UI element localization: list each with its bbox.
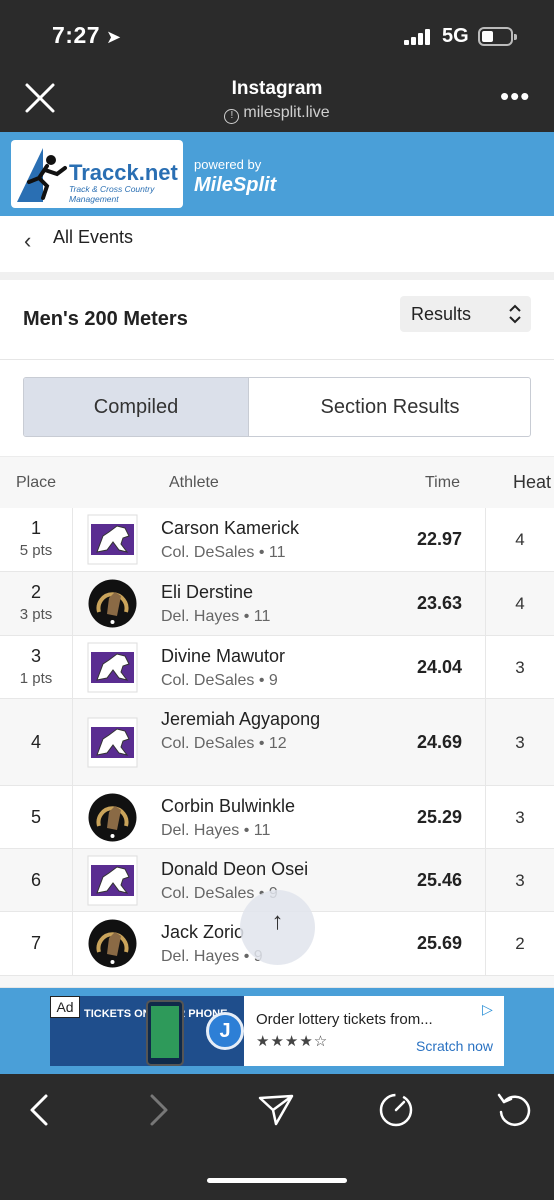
result-time: 22.97 xyxy=(416,529,462,549)
more-options-icon[interactable]: ••• xyxy=(500,83,530,109)
heat-number: 2 xyxy=(515,934,525,953)
reload-icon[interactable] xyxy=(494,1090,534,1130)
result-time: 25.46 xyxy=(416,869,462,890)
athlete-name[interactable]: Eli Derstine xyxy=(161,580,253,605)
tracck-logo[interactable]: Tracck.net Track & Cross Country Managem… xyxy=(11,140,183,208)
divider xyxy=(0,359,554,360)
tab-compiled[interactable]: Compiled xyxy=(24,378,248,436)
header-time[interactable]: Time xyxy=(425,474,460,492)
divider xyxy=(0,272,554,280)
ad-cta-link[interactable]: Scratch now xyxy=(416,1038,493,1054)
athlete-name[interactable]: Carson Kamerick xyxy=(161,516,299,541)
hayes-horseshoe-logo-icon xyxy=(88,919,137,968)
jackpocket-logo: J xyxy=(206,1012,244,1050)
milesplit-logo[interactable]: MileSplit xyxy=(194,174,276,197)
athlete-team: Del. Hayes • 11 xyxy=(161,822,271,839)
table-row[interactable] xyxy=(0,976,554,988)
browser-header: 7:27 ➤ 5G Instagram ! milesplit.live ••• xyxy=(0,0,554,132)
heat-number: 3 xyxy=(515,657,525,677)
table-row[interactable]: 5 Corbin Bulwinkle Del. Hayes • 11 25.29 3 xyxy=(0,786,554,849)
result-time: 25.29 xyxy=(416,806,462,827)
adchoices-icon[interactable]: ▷ xyxy=(482,1001,493,1018)
runner-logo-icon xyxy=(17,148,67,202)
heat-number: 4 xyxy=(515,530,525,549)
heat-number: 3 xyxy=(515,732,525,752)
all-events-link[interactable]: All Events xyxy=(53,227,133,248)
athlete-team: Col. DeSales • 12 xyxy=(161,735,287,752)
forward-arrow-icon[interactable] xyxy=(138,1090,178,1130)
ad-label: Ad xyxy=(50,996,80,1018)
browser-toolbar xyxy=(0,1074,554,1200)
table-header: Place Athlete Time Heat xyxy=(0,456,554,508)
place: 6 xyxy=(30,869,41,890)
ad-rating: ★★★★☆ xyxy=(256,1033,329,1050)
header-athlete[interactable]: Athlete xyxy=(169,474,219,492)
place: 7 xyxy=(30,933,41,953)
event-title: Men's 200 Meters xyxy=(23,308,188,330)
athlete-name[interactable]: Divine Mawutor xyxy=(161,644,285,669)
phone-icon xyxy=(146,1000,184,1066)
athlete-name[interactable]: Jack Zorio xyxy=(161,920,244,945)
share-icon[interactable] xyxy=(256,1090,296,1130)
result-time: 24.04 xyxy=(416,656,462,677)
result-time: 24.69 xyxy=(416,731,462,752)
desales-mustang-logo-icon xyxy=(87,717,138,767)
speed-dial-icon[interactable] xyxy=(376,1090,416,1130)
info-icon: ! xyxy=(224,109,240,124)
arrow-up-icon: ↑ xyxy=(271,908,284,935)
ad-headline[interactable]: Order lottery tickets from... xyxy=(256,1011,433,1028)
chevron-left-icon[interactable]: ‹ xyxy=(24,228,31,254)
table-row[interactable]: 1 5 pts Carson Kamerick Col. DeSales • 11 22… xyxy=(0,508,554,572)
athlete-team: Del. Hayes • 11 xyxy=(161,608,271,625)
heat-number: 3 xyxy=(515,870,525,890)
table-row[interactable]: 3 1 pts Divine Mawutor Col. DeSales • 9 24.0… xyxy=(0,636,554,699)
heat-number: 4 xyxy=(515,594,525,613)
athlete-team: Col. DeSales • 9 xyxy=(161,672,278,689)
powered-by-label: powered by xyxy=(194,157,262,172)
cellular-signal-icon xyxy=(404,29,434,45)
table-row[interactable]: 4 Jeremiah Agyapong Col. DeSales • 12 24.69… xyxy=(0,699,554,786)
page-url[interactable]: ! milesplit.live xyxy=(0,104,554,124)
logo-subtitle: Track & Cross Country Management xyxy=(69,184,155,204)
athlete-team: Col. DeSales • 11 xyxy=(161,544,286,561)
status-time: 7:27 ➤ xyxy=(52,22,122,48)
chevron-updown-icon xyxy=(509,304,521,324)
results-tabs: Compiled Section Results xyxy=(23,377,531,437)
athlete-name[interactable]: Jeremiah Agyapong xyxy=(161,707,320,732)
back-arrow-icon[interactable] xyxy=(20,1090,60,1130)
desales-mustang-logo-icon xyxy=(87,642,138,692)
app-title: Instagram xyxy=(231,78,323,99)
place: 4 xyxy=(30,731,41,752)
dropdown-value: Results xyxy=(411,304,472,324)
table-row[interactable]: 2 3 pts Eli Derstine Del. Hayes • 11 23.63 4 xyxy=(0,572,554,636)
hayes-horseshoe-logo-icon xyxy=(88,793,137,841)
battery-icon xyxy=(478,27,517,46)
network-type: 5G xyxy=(442,25,469,47)
tab-section-results[interactable]: Section Results xyxy=(248,378,530,436)
place: 3 xyxy=(30,646,41,666)
header-heat[interactable]: Heat xyxy=(498,472,554,493)
place: 1 xyxy=(30,518,41,538)
desales-mustang-logo-icon xyxy=(87,514,138,565)
scroll-top-button[interactable]: ↑ xyxy=(240,890,315,965)
results-dropdown[interactable]: Results xyxy=(400,296,531,332)
location-arrow-icon: ➤ xyxy=(106,27,122,47)
result-time: 23.63 xyxy=(416,593,462,613)
points: 5 pts xyxy=(19,542,53,559)
place: 2 xyxy=(30,582,41,602)
header-place[interactable]: Place xyxy=(16,474,56,492)
points: 1 pts xyxy=(19,670,53,687)
result-time: 25.69 xyxy=(416,933,462,953)
logo-text: Tracck.net xyxy=(69,160,178,185)
desales-mustang-logo-icon xyxy=(87,855,138,905)
athlete-name[interactable]: Corbin Bulwinkle xyxy=(161,794,295,819)
hayes-horseshoe-logo-icon xyxy=(88,579,137,628)
heat-number: 3 xyxy=(515,807,525,827)
points: 3 pts xyxy=(19,606,53,623)
home-indicator[interactable] xyxy=(207,1178,347,1183)
athlete-name[interactable]: Donald Deon Osei xyxy=(161,857,308,882)
place: 5 xyxy=(30,806,41,827)
ad-unit[interactable]: TICKETS ON YOUR PHONE Ad J Order lottery… xyxy=(50,996,504,1066)
